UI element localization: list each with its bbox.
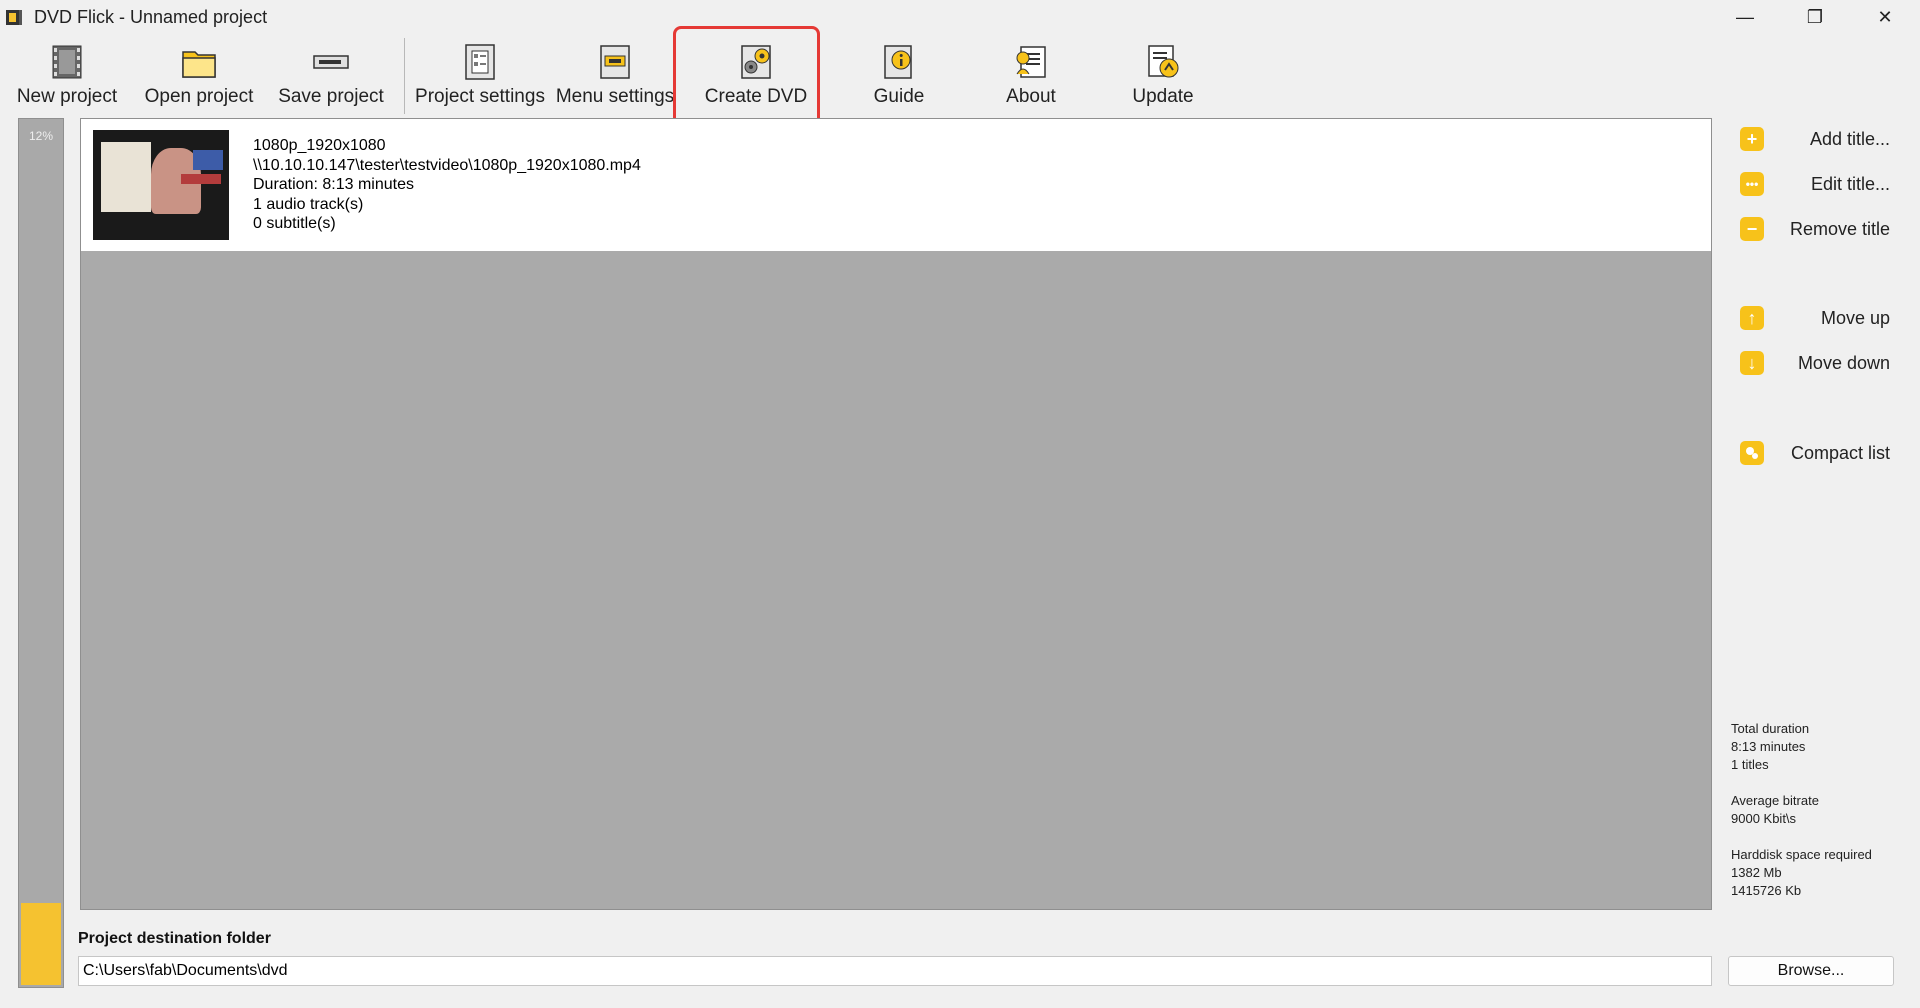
guide-label: Guide (873, 86, 925, 107)
project-stats: Total duration 8:13 minutes 1 titles Ave… (1731, 720, 1911, 918)
update-button[interactable]: Update (1095, 36, 1231, 114)
add-title-label: Add title... (1809, 128, 1890, 149)
save-project-label: Save project (278, 86, 384, 107)
move-up-label: Move up (1820, 307, 1890, 328)
open-project-button[interactable]: Open project (134, 36, 264, 114)
browse-button[interactable]: Browse... (1728, 956, 1894, 986)
video-thumbnail (93, 130, 229, 240)
remove-title-label: Remove title (1789, 218, 1890, 239)
move-down-button[interactable]: ↓ Move down (1740, 348, 1890, 378)
compact-list-label: Compact list (1790, 442, 1890, 463)
arrow-up-icon: ↑ (1740, 306, 1764, 330)
restore-button[interactable]: ❐ (1780, 0, 1850, 34)
settings-doc-icon (465, 44, 495, 80)
open-project-label: Open project (144, 86, 254, 107)
arrow-down-icon: ↓ (1740, 351, 1764, 375)
title-audio: 1 audio track(s) (253, 195, 364, 213)
update-icon (1148, 45, 1179, 78)
app-icon (6, 10, 22, 25)
total-duration-value: 8:13 minutes (1731, 739, 1806, 754)
folder-icon (182, 51, 216, 78)
new-project-label: New project (16, 86, 118, 107)
window-controls: — ❐ ✕ (1710, 0, 1920, 34)
title-row[interactable]: 1080p_1920x1080 \\10.10.10.147\tester\te… (81, 119, 1711, 251)
title-duration: Duration: 8:13 minutes (253, 176, 414, 194)
disc-usage-fill (21, 903, 61, 985)
guide-button[interactable]: Guide (831, 36, 967, 114)
title-path: \\10.10.10.147\tester\testvideo\1080p_19… (253, 156, 641, 174)
minimize-button[interactable]: — (1710, 0, 1780, 34)
new-project-button[interactable]: New project (0, 36, 134, 114)
move-down-label: Move down (1797, 352, 1890, 373)
title-name: 1080p_1920x1080 (253, 137, 386, 155)
plus-icon: + (1740, 127, 1764, 151)
total-duration-label: Total duration (1731, 721, 1810, 736)
film-icon (52, 45, 82, 79)
edit-title-button[interactable]: ••• Edit title... (1740, 169, 1890, 199)
drive-icon (313, 55, 349, 69)
space-required-mb: 1382 Mb (1731, 865, 1782, 880)
project-settings-button[interactable]: Project settings (411, 36, 549, 114)
add-title-button[interactable]: + Add title... (1740, 124, 1890, 154)
titles-count: 1 titles (1731, 757, 1769, 772)
toolbar-separator (404, 38, 405, 114)
about-label: About (1006, 86, 1056, 107)
about-icon (1016, 46, 1046, 78)
project-settings-label: Project settings (415, 86, 545, 107)
title-list[interactable]: 1080p_1920x1080 \\10.10.10.147\tester\te… (80, 118, 1712, 910)
minus-icon: − (1740, 217, 1764, 241)
about-button[interactable]: About (967, 36, 1095, 114)
menu-settings-label: Menu settings (555, 86, 675, 107)
destination-folder-label: Project destination folder (78, 930, 271, 947)
menu-settings-button[interactable]: Menu settings (549, 36, 681, 114)
ellipsis-icon: ••• (1740, 172, 1764, 196)
avg-bitrate-label: Average bitrate (1731, 793, 1819, 808)
space-required-kb: 1415726 Kb (1731, 883, 1802, 898)
destination-folder-input[interactable] (78, 956, 1712, 986)
space-required-label: Harddisk space required (1731, 847, 1872, 862)
save-project-button[interactable]: Save project (264, 36, 398, 114)
move-up-button[interactable]: ↑ Move up (1740, 303, 1890, 333)
update-label: Update (1132, 86, 1194, 107)
title-subtitles: 0 subtitle(s) (253, 215, 336, 233)
remove-title-button[interactable]: − Remove title (1740, 214, 1890, 244)
title-info: 1080p_1920x1080 \\10.10.10.147\tester\te… (253, 136, 641, 234)
compact-list-icon (1740, 441, 1764, 465)
compact-list-button[interactable]: Compact list (1740, 438, 1890, 468)
disc-usage-label: 12% (28, 129, 54, 143)
window-title: DVD Flick - Unnamed project (34, 6, 268, 27)
toolbar: New project Open project Save project Pr… (0, 36, 1920, 114)
title-bar: DVD Flick - Unnamed project — ❐ ✕ (0, 0, 1920, 34)
disc-usage-bar: 12% (18, 118, 64, 988)
edit-title-label: Edit title... (1810, 173, 1890, 194)
guide-icon (884, 45, 912, 79)
menu-icon (600, 45, 630, 79)
avg-bitrate-value: 9000 Kbit\s (1731, 811, 1797, 826)
close-button[interactable]: ✕ (1850, 0, 1920, 34)
